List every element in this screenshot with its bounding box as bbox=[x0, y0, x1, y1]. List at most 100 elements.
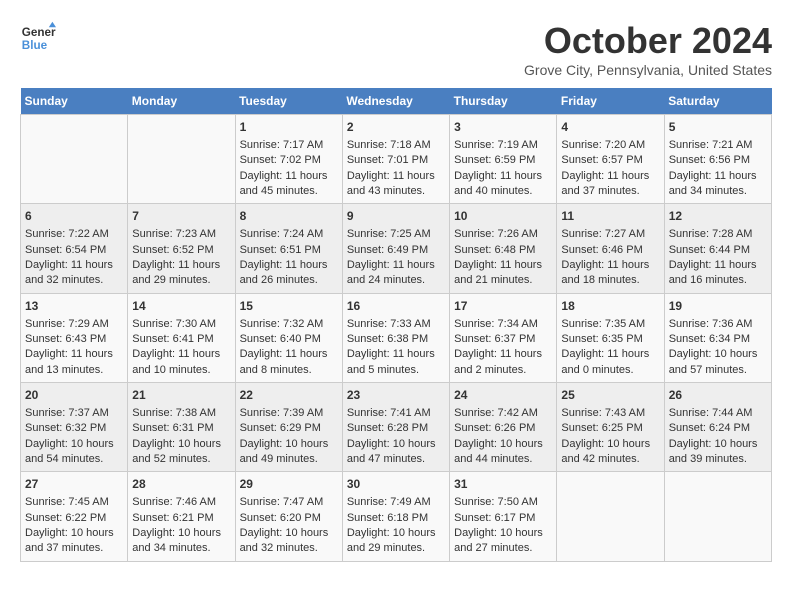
calendar-cell: 23Sunrise: 7:41 AMSunset: 6:28 PMDayligh… bbox=[342, 383, 449, 472]
day-info: Sunrise: 7:19 AM bbox=[454, 138, 552, 153]
day-info: Sunrise: 7:46 AM bbox=[132, 495, 230, 510]
calendar-week-1: 1Sunrise: 7:17 AMSunset: 7:02 PMDaylight… bbox=[21, 115, 772, 204]
day-info: Sunrise: 7:41 AM bbox=[347, 406, 445, 421]
calendar-cell: 21Sunrise: 7:38 AMSunset: 6:31 PMDayligh… bbox=[128, 383, 235, 472]
calendar-cell: 10Sunrise: 7:26 AMSunset: 6:48 PMDayligh… bbox=[450, 204, 557, 293]
calendar-cell: 24Sunrise: 7:42 AMSunset: 6:26 PMDayligh… bbox=[450, 383, 557, 472]
day-info: Sunrise: 7:17 AM bbox=[240, 138, 338, 153]
day-info: Sunrise: 7:49 AM bbox=[347, 495, 445, 510]
day-info: Sunset: 6:25 PM bbox=[561, 421, 659, 436]
calendar-cell: 25Sunrise: 7:43 AMSunset: 6:25 PMDayligh… bbox=[557, 383, 664, 472]
calendar-cell: 8Sunrise: 7:24 AMSunset: 6:51 PMDaylight… bbox=[235, 204, 342, 293]
day-number: 13 bbox=[25, 298, 123, 315]
day-info: Sunset: 6:17 PM bbox=[454, 511, 552, 526]
day-info: Sunset: 6:44 PM bbox=[669, 243, 767, 258]
day-info: Sunset: 6:31 PM bbox=[132, 421, 230, 436]
day-number: 2 bbox=[347, 119, 445, 136]
calendar-cell: 18Sunrise: 7:35 AMSunset: 6:35 PMDayligh… bbox=[557, 293, 664, 382]
day-info: Daylight: 11 hours and 8 minutes. bbox=[240, 347, 338, 378]
day-info: Daylight: 10 hours and 39 minutes. bbox=[669, 437, 767, 468]
day-info: Sunset: 6:22 PM bbox=[25, 511, 123, 526]
calendar-cell: 29Sunrise: 7:47 AMSunset: 6:20 PMDayligh… bbox=[235, 472, 342, 561]
calendar-cell: 19Sunrise: 7:36 AMSunset: 6:34 PMDayligh… bbox=[664, 293, 771, 382]
day-number: 29 bbox=[240, 476, 338, 493]
weekday-header-saturday: Saturday bbox=[664, 88, 771, 115]
calendar-cell: 17Sunrise: 7:34 AMSunset: 6:37 PMDayligh… bbox=[450, 293, 557, 382]
day-info: Sunset: 6:48 PM bbox=[454, 243, 552, 258]
month-title: October 2024 bbox=[524, 20, 772, 62]
day-number: 20 bbox=[25, 387, 123, 404]
day-info: Daylight: 11 hours and 0 minutes. bbox=[561, 347, 659, 378]
day-info: Sunset: 6:38 PM bbox=[347, 332, 445, 347]
calendar-cell: 7Sunrise: 7:23 AMSunset: 6:52 PMDaylight… bbox=[128, 204, 235, 293]
day-info: Daylight: 11 hours and 34 minutes. bbox=[669, 169, 767, 200]
day-number: 18 bbox=[561, 298, 659, 315]
day-info: Sunset: 7:01 PM bbox=[347, 153, 445, 168]
location: Grove City, Pennsylvania, United States bbox=[524, 62, 772, 78]
calendar-week-5: 27Sunrise: 7:45 AMSunset: 6:22 PMDayligh… bbox=[21, 472, 772, 561]
day-number: 5 bbox=[669, 119, 767, 136]
calendar-cell: 1Sunrise: 7:17 AMSunset: 7:02 PMDaylight… bbox=[235, 115, 342, 204]
day-number: 28 bbox=[132, 476, 230, 493]
logo-icon: General Blue bbox=[20, 20, 56, 56]
day-info: Sunset: 6:34 PM bbox=[669, 332, 767, 347]
day-info: Daylight: 11 hours and 16 minutes. bbox=[669, 258, 767, 289]
day-info: Sunrise: 7:27 AM bbox=[561, 227, 659, 242]
day-info: Sunrise: 7:24 AM bbox=[240, 227, 338, 242]
day-info: Sunrise: 7:36 AM bbox=[669, 317, 767, 332]
day-info: Daylight: 11 hours and 24 minutes. bbox=[347, 258, 445, 289]
calendar-cell: 11 Sunrise: 7:27 AMSunset: 6:46 PMDayligh… bbox=[557, 204, 664, 293]
day-info: Sunrise: 7:44 AM bbox=[669, 406, 767, 421]
day-number: 16 bbox=[347, 298, 445, 315]
day-info: Daylight: 11 hours and 5 minutes. bbox=[347, 347, 445, 378]
day-info: Daylight: 11 hours and 37 minutes. bbox=[561, 169, 659, 200]
day-info: Daylight: 10 hours and 29 minutes. bbox=[347, 526, 445, 557]
day-info: Daylight: 10 hours and 34 minutes. bbox=[132, 526, 230, 557]
calendar-cell: 14Sunrise: 7:30 AMSunset: 6:41 PMDayligh… bbox=[128, 293, 235, 382]
day-info: Sunrise: 7:32 AM bbox=[240, 317, 338, 332]
day-number: 26 bbox=[669, 387, 767, 404]
day-info: Daylight: 10 hours and 57 minutes. bbox=[669, 347, 767, 378]
day-info: Sunset: 6:59 PM bbox=[454, 153, 552, 168]
svg-text:Blue: Blue bbox=[22, 39, 48, 52]
calendar-cell bbox=[21, 115, 128, 204]
day-info: Daylight: 10 hours and 49 minutes. bbox=[240, 437, 338, 468]
day-number: 8 bbox=[240, 208, 338, 225]
day-info: Sunset: 6:46 PM bbox=[561, 243, 659, 258]
calendar-cell: 16 Sunrise: 7:33 AMSunset: 6:38 PMDayligh… bbox=[342, 293, 449, 382]
day-info: Daylight: 10 hours and 27 minutes. bbox=[454, 526, 552, 557]
calendar-body: 1Sunrise: 7:17 AMSunset: 7:02 PMDaylight… bbox=[21, 115, 772, 562]
calendar-cell bbox=[557, 472, 664, 561]
day-info: Daylight: 11 hours and 18 minutes. bbox=[561, 258, 659, 289]
day-info: Daylight: 10 hours and 32 minutes. bbox=[240, 526, 338, 557]
day-info: Sunset: 7:02 PM bbox=[240, 153, 338, 168]
day-info: Sunrise: 7:22 AM bbox=[25, 227, 123, 242]
weekday-header-tuesday: Tuesday bbox=[235, 88, 342, 115]
weekday-header-wednesday: Wednesday bbox=[342, 88, 449, 115]
day-info: Daylight: 10 hours and 37 minutes. bbox=[25, 526, 123, 557]
day-number: 7 bbox=[132, 208, 230, 225]
day-info: Sunrise: 7:18 AM bbox=[347, 138, 445, 153]
calendar-cell: 9Sunrise: 7:25 AMSunset: 6:49 PMDaylight… bbox=[342, 204, 449, 293]
day-info: Daylight: 10 hours and 47 minutes. bbox=[347, 437, 445, 468]
day-info: Sunset: 6:32 PM bbox=[25, 421, 123, 436]
day-info: Sunrise: 7:34 AM bbox=[454, 317, 552, 332]
calendar-cell: 15Sunrise: 7:32 AMSunset: 6:40 PMDayligh… bbox=[235, 293, 342, 382]
day-info: Sunset: 6:49 PM bbox=[347, 243, 445, 258]
day-number: 30 bbox=[347, 476, 445, 493]
weekday-header-monday: Monday bbox=[128, 88, 235, 115]
calendar-cell bbox=[664, 472, 771, 561]
day-number: 11 bbox=[561, 208, 659, 225]
calendar-cell: 20 Sunrise: 7:37 AMSunset: 6:32 PMDayligh… bbox=[21, 383, 128, 472]
calendar-header: SundayMondayTuesdayWednesdayThursdayFrid… bbox=[21, 88, 772, 115]
calendar-cell: 4Sunrise: 7:20 AMSunset: 6:57 PMDaylight… bbox=[557, 115, 664, 204]
day-info: Sunrise: 7:33 AM bbox=[347, 317, 445, 332]
day-info: Daylight: 11 hours and 29 minutes. bbox=[132, 258, 230, 289]
day-info: Sunset: 6:56 PM bbox=[669, 153, 767, 168]
day-info: Daylight: 11 hours and 32 minutes. bbox=[25, 258, 123, 289]
day-info: Daylight: 11 hours and 45 minutes. bbox=[240, 169, 338, 200]
day-number: 9 bbox=[347, 208, 445, 225]
day-info: Sunrise: 7:37 AM bbox=[25, 406, 123, 421]
day-info: Sunset: 6:26 PM bbox=[454, 421, 552, 436]
day-info: Daylight: 10 hours and 54 minutes. bbox=[25, 437, 123, 468]
